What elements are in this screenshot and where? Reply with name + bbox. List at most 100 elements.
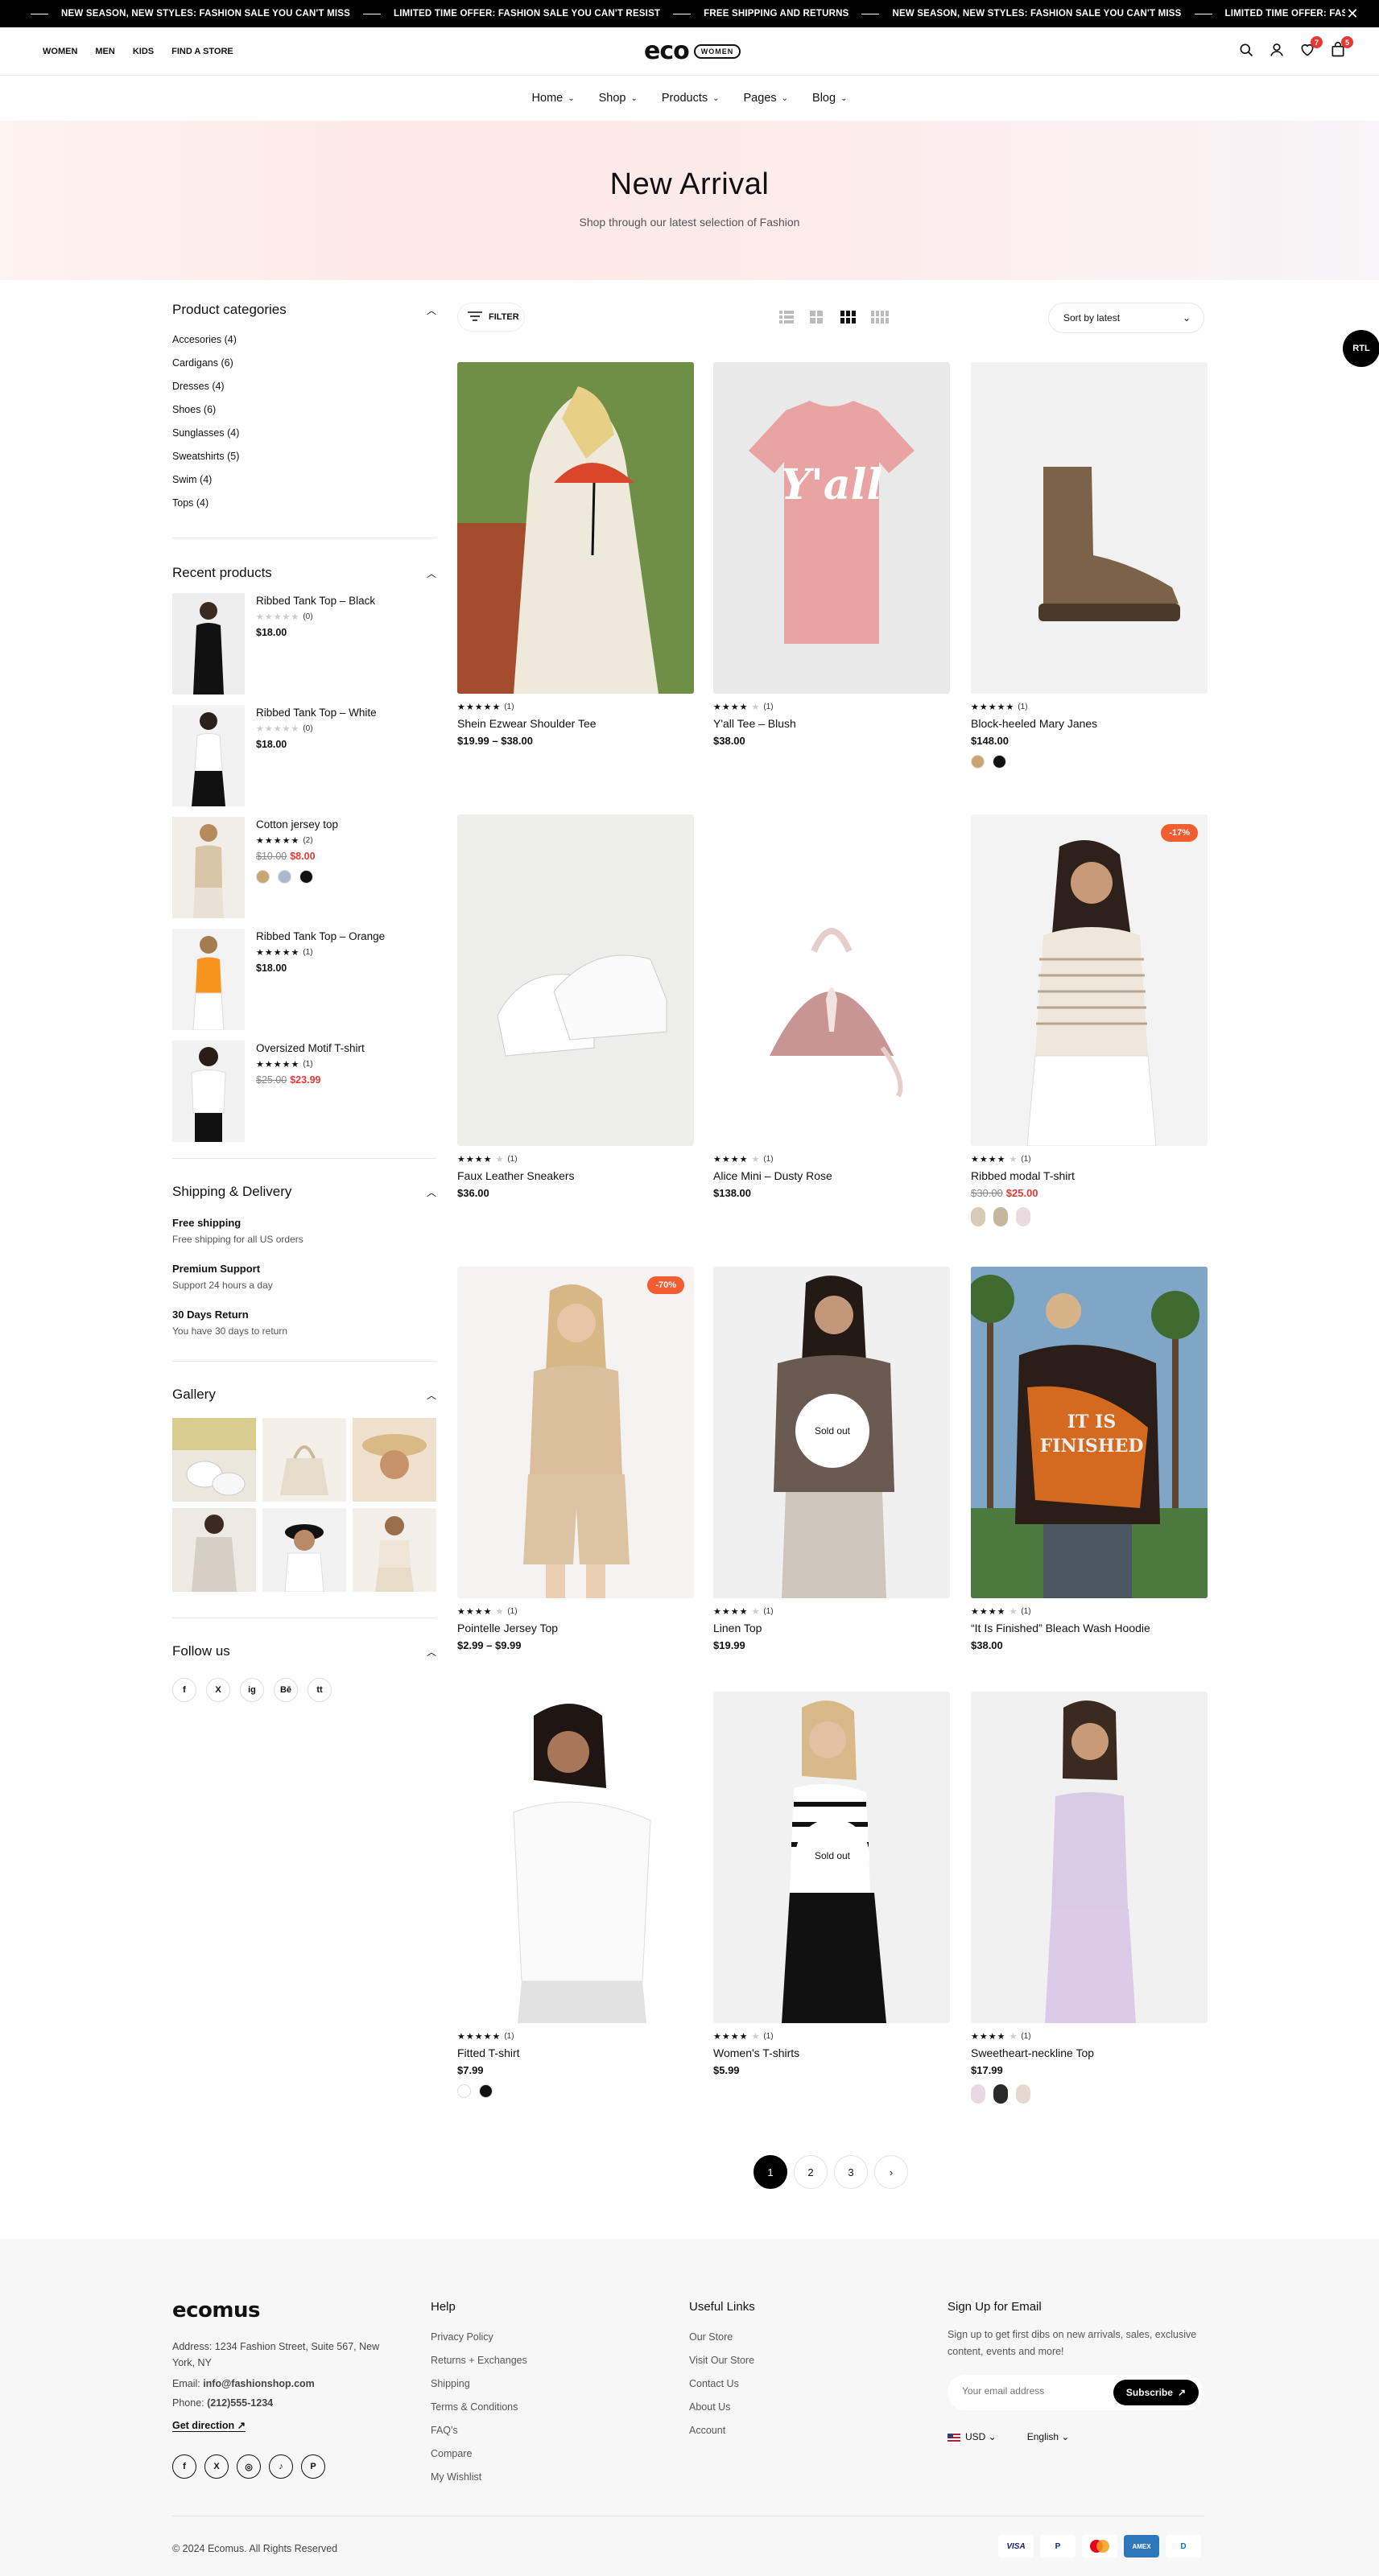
- recent-product[interactable]: Ribbed Tank Top – Orange ★★★★★ (1) $18.00: [172, 929, 436, 1030]
- product-image[interactable]: -70%: [457, 1267, 694, 1598]
- product-card[interactable]: Sold out ★★★★ ★ (1) Linen Top $19.99: [713, 1267, 950, 1651]
- facebook-icon[interactable]: f: [172, 2454, 196, 2479]
- product-name[interactable]: Faux Leather Sneakers: [457, 1169, 694, 1182]
- footer-email[interactable]: info@fashionshop.com: [203, 2378, 315, 2389]
- color-swatch[interactable]: [479, 2084, 493, 2098]
- product-image[interactable]: [971, 1692, 1208, 2023]
- product-image[interactable]: [971, 362, 1208, 694]
- product-name[interactable]: “It Is Finished” Bleach Wash Hoodie: [971, 1622, 1208, 1634]
- color-swatch[interactable]: [993, 755, 1006, 769]
- nav-item-blog[interactable]: Blog ⌄: [812, 92, 847, 105]
- recent-product[interactable]: Ribbed Tank Top – Black ★★★★★ (0) $18.00: [172, 593, 436, 694]
- footer-link[interactable]: FAQ's: [431, 2425, 527, 2448]
- header-link-men[interactable]: MEN: [95, 47, 114, 56]
- product-thumbnail[interactable]: [172, 593, 245, 694]
- recent-header[interactable]: Recent products ︿: [172, 561, 436, 585]
- product-card[interactable]: ★★★★★ (1) Block-heeled Mary Janes $148.00: [971, 362, 1208, 769]
- facebook-icon[interactable]: f: [172, 1678, 196, 1702]
- footer-logo[interactable]: ecomus: [172, 2298, 261, 2323]
- color-swatch[interactable]: [278, 870, 291, 884]
- page-button[interactable]: 3: [834, 2155, 868, 2189]
- footer-link[interactable]: About Us: [689, 2401, 755, 2425]
- header-link-women[interactable]: WOMEN: [43, 47, 77, 56]
- gallery-image[interactable]: [353, 1508, 436, 1592]
- color-swatch[interactable]: [256, 870, 270, 884]
- nav-item-pages[interactable]: Pages ⌄: [744, 92, 789, 105]
- variant-thumb[interactable]: [993, 2084, 1008, 2104]
- product-card[interactable]: ★★★★ ★ (1) Faux Leather Sneakers $36.00: [457, 814, 694, 1199]
- recent-product-name[interactable]: Ribbed Tank Top – Black: [256, 595, 375, 607]
- product-card[interactable]: ★★★★ ★ (1) Alice Mini – Dusty Rose $138.00: [713, 814, 950, 1199]
- footer-link[interactable]: Visit Our Store: [689, 2355, 755, 2378]
- category-item[interactable]: Sunglasses (4): [172, 422, 436, 445]
- language-select[interactable]: English ⌄: [1027, 2431, 1070, 2442]
- color-swatch[interactable]: [299, 870, 313, 884]
- subscribe-button[interactable]: Subscribe ↗: [1113, 2380, 1199, 2405]
- instagram-icon[interactable]: ig: [240, 1678, 264, 1702]
- gallery-image[interactable]: [172, 1508, 256, 1592]
- tiktok-icon[interactable]: tt: [308, 1678, 332, 1702]
- gallery-image[interactable]: [262, 1508, 346, 1592]
- category-item[interactable]: Dresses (4): [172, 375, 436, 398]
- recent-product-name[interactable]: Ribbed Tank Top – White: [256, 707, 377, 719]
- product-name[interactable]: Pointelle Jersey Top: [457, 1622, 694, 1634]
- product-thumbnail[interactable]: [172, 817, 245, 918]
- footer-link[interactable]: Compare: [431, 2448, 527, 2471]
- product-name[interactable]: Shein Ezwear Shoulder Tee: [457, 717, 694, 730]
- product-image[interactable]: [713, 814, 950, 1146]
- x-icon[interactable]: X: [204, 2454, 229, 2479]
- header-link-kids[interactable]: KIDS: [133, 47, 154, 56]
- product-name[interactable]: Ribbed modal T-shirt: [971, 1169, 1208, 1182]
- product-image[interactable]: Sold out: [713, 1692, 950, 2023]
- rtl-toggle[interactable]: RTL: [1343, 330, 1379, 367]
- category-item[interactable]: Cardigans (6): [172, 352, 436, 375]
- product-name[interactable]: Fitted T-shirt: [457, 2046, 694, 2059]
- color-swatch[interactable]: [457, 2084, 471, 2098]
- categories-header[interactable]: Product categories ︿: [172, 298, 436, 322]
- site-logo[interactable]: eco WOMEN: [644, 39, 741, 64]
- variant-thumb[interactable]: [1016, 1207, 1030, 1226]
- page-button[interactable]: 2: [794, 2155, 828, 2189]
- product-card[interactable]: IT IS FINISHED ★★★★ ★ (1) “It Is Finished” …: [971, 1267, 1208, 1651]
- product-name[interactable]: Block-heeled Mary Janes: [971, 717, 1208, 730]
- recent-product[interactable]: Ribbed Tank Top – White ★★★★★ (0) $18.00: [172, 705, 436, 806]
- gallery-image[interactable]: [353, 1418, 436, 1502]
- footer-link[interactable]: Shipping: [431, 2378, 527, 2401]
- account-icon[interactable]: [1269, 42, 1286, 60]
- grid-4-icon[interactable]: [871, 311, 890, 324]
- recent-product[interactable]: Cotton jersey top ★★★★★ (2) $10.00 $8.00: [172, 817, 436, 918]
- category-item[interactable]: Swim (4): [172, 468, 436, 492]
- close-icon[interactable]: ✕: [1345, 6, 1360, 21]
- recent-product-name[interactable]: Cotton jersey top: [256, 818, 338, 831]
- product-thumbnail[interactable]: [172, 1041, 245, 1142]
- category-item[interactable]: Sweatshirts (5): [172, 445, 436, 468]
- product-image[interactable]: [457, 814, 694, 1146]
- sort-select[interactable]: Sort by latest ⌄: [1048, 303, 1204, 333]
- recent-product-name[interactable]: Oversized Motif T-shirt: [256, 1042, 365, 1054]
- nav-item-shop[interactable]: Shop ⌄: [599, 92, 638, 105]
- instagram-icon[interactable]: ◎: [237, 2454, 261, 2479]
- email-input[interactable]: [962, 2385, 1107, 2397]
- wishlist-icon[interactable]: 7: [1299, 36, 1323, 60]
- cart-icon[interactable]: 5: [1330, 36, 1353, 60]
- nav-item-products[interactable]: Products ⌄: [662, 92, 720, 105]
- product-name[interactable]: Sweetheart-neckline Top: [971, 2046, 1208, 2059]
- product-thumbnail[interactable]: [172, 705, 245, 806]
- variant-thumb[interactable]: [971, 1207, 985, 1226]
- tiktok-icon[interactable]: ♪: [269, 2454, 293, 2479]
- color-swatch[interactable]: [971, 755, 985, 769]
- gallery-image[interactable]: [262, 1418, 346, 1502]
- product-card[interactable]: Y'all ★★★★ ★ (1) Y'all Tee – Blush $38.00: [713, 362, 950, 747]
- category-item[interactable]: Tops (4): [172, 492, 436, 515]
- pinterest-icon[interactable]: P: [301, 2454, 325, 2479]
- next-page-button[interactable]: ›: [874, 2155, 908, 2189]
- footer-link[interactable]: Returns + Exchanges: [431, 2355, 527, 2378]
- product-name[interactable]: Linen Top: [713, 1622, 950, 1634]
- page-button[interactable]: 1: [753, 2155, 787, 2189]
- product-image[interactable]: Sold out: [713, 1267, 950, 1598]
- gallery-header[interactable]: Gallery ︿: [172, 1383, 436, 1407]
- product-image[interactable]: [457, 362, 694, 694]
- grid-3-icon[interactable]: [840, 311, 856, 324]
- variant-thumb[interactable]: [971, 2084, 985, 2104]
- gallery-image[interactable]: [172, 1418, 256, 1502]
